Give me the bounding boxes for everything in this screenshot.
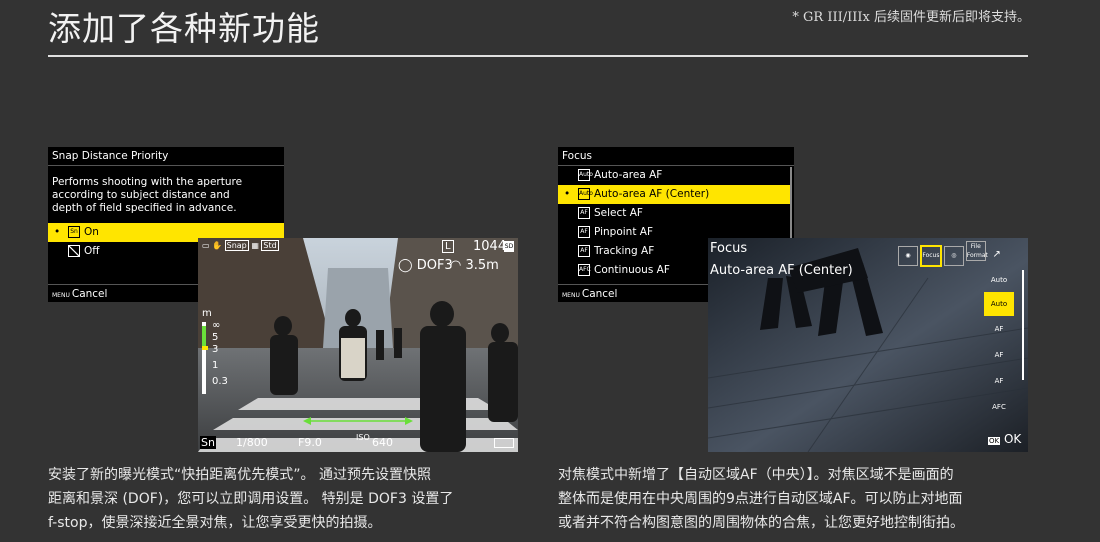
focus-title: Focus bbox=[710, 241, 748, 256]
dof-indicator: ◯ DOF3 bbox=[398, 258, 453, 273]
menu-title: Snap Distance Priority bbox=[48, 147, 284, 166]
dof-value: DOF3 bbox=[416, 258, 453, 273]
side-icon[interactable]: Auto bbox=[984, 268, 1014, 292]
distance-scale: m ∞ 5 3 1 0.3 bbox=[202, 308, 228, 394]
distance-value: 3.5m bbox=[465, 258, 499, 273]
caption-line: 对焦模式中新增了【自动区域AF（中央）】。对焦区域不是画面的 bbox=[558, 467, 954, 483]
description-line: Performs shooting with the aperture bbox=[52, 176, 243, 188]
menu-title: Focus bbox=[558, 147, 794, 166]
scale-mark: 1 bbox=[212, 360, 219, 371]
option-label: Auto-area AF bbox=[594, 169, 663, 181]
select-af-icon: AF bbox=[578, 207, 590, 219]
aperture-ring-icon: ◯ bbox=[398, 258, 413, 273]
tab-arrow-icon[interactable]: ↗ bbox=[988, 246, 1006, 264]
menu-key-icon: MENU bbox=[562, 292, 580, 299]
grid-icon: ▦ bbox=[251, 241, 259, 250]
continuous-af-icon: AFC bbox=[578, 264, 591, 276]
street-photo-focus: Focus Auto-area AF (Center) ◉ Focus ◎ Fi… bbox=[708, 238, 1028, 452]
option-label: Select AF bbox=[594, 207, 643, 219]
pinpoint-af-icon: AF bbox=[578, 226, 590, 238]
description-line: according to subject distance and bbox=[52, 189, 230, 201]
side-icon-selected[interactable]: Auto bbox=[984, 292, 1014, 316]
scale-mark: 3 bbox=[212, 344, 219, 355]
shots-remaining: 1044 bbox=[473, 239, 507, 254]
scale-mark: 5 bbox=[212, 332, 219, 343]
option-label: Auto-area AF (Center) bbox=[594, 188, 710, 200]
snap-mode-icon: Sn bbox=[68, 226, 80, 238]
side-icon[interactable]: AF bbox=[984, 368, 1014, 394]
frame-icon: ▭ bbox=[202, 241, 210, 250]
snap-icon: Snap bbox=[224, 240, 249, 251]
distance-arc-icon: ◠ bbox=[450, 258, 462, 273]
battery-icon bbox=[494, 438, 514, 448]
menu-key-icon: MENU bbox=[52, 292, 70, 299]
off-icon bbox=[68, 245, 80, 257]
scale-mark: ∞ bbox=[212, 320, 221, 331]
tab-image-icon[interactable]: ◉ bbox=[898, 246, 918, 266]
caption-line: 或者并不符合构图意图的周围物体的合焦，让您更好地控制街拍。 bbox=[558, 515, 964, 531]
scale-unit: m bbox=[202, 308, 212, 319]
left-caption: 安装了新的曝光模式“快拍距离优先模式”。 通过预先设置快照 距离和景深 (DOF… bbox=[48, 463, 518, 535]
caption-line: 整体而是使用在中央周围的9点进行自动区域AF。可以防止对地面 bbox=[558, 491, 963, 507]
shutter-speed: 1/800 bbox=[236, 436, 268, 449]
menu-description: Performs shooting with the aperture acco… bbox=[48, 166, 284, 215]
sd-card-icon: SD bbox=[504, 241, 514, 252]
ok-button[interactable]: OK OK bbox=[988, 432, 1021, 446]
shake-icon: ✋ bbox=[212, 241, 223, 250]
bottom-status: Sn 1/800 F9.0 ISO 640 bbox=[198, 433, 518, 452]
cancel-label: Cancel bbox=[71, 288, 108, 300]
mode-icon: Sn bbox=[200, 436, 216, 449]
auto-area-center-icon: Auto bbox=[578, 188, 593, 200]
tracking-af-icon: AF bbox=[578, 245, 590, 257]
option-label: Continuous AF bbox=[594, 264, 670, 276]
description-line: depth of field specified in advance. bbox=[52, 202, 237, 214]
dof-range-bar bbox=[202, 326, 206, 348]
scale-mark: 0.3 bbox=[212, 376, 228, 387]
title-divider bbox=[48, 55, 1028, 57]
cancel-label: Cancel bbox=[581, 288, 618, 300]
aperture-value: F9.0 bbox=[298, 436, 322, 449]
selected-dot-icon: • bbox=[54, 226, 61, 238]
focus-subtitle: Auto-area AF (Center) bbox=[710, 263, 853, 278]
auto-area-icon: Auto bbox=[578, 169, 593, 181]
option-label: Off bbox=[84, 245, 100, 257]
quick-menu-tabs: ◉ Focus ◎ File Format ↗ bbox=[898, 241, 1006, 267]
option-label: Tracking AF bbox=[594, 245, 655, 257]
ok-label: OK bbox=[1003, 432, 1022, 446]
af-side-icons: Auto Auto AF AF AF AFC bbox=[984, 268, 1014, 420]
page-title: 添加了各种新功能 bbox=[48, 9, 320, 48]
side-icon[interactable]: AF bbox=[984, 316, 1014, 342]
focus-marker bbox=[202, 346, 208, 350]
tab-file-format[interactable]: File Format bbox=[965, 241, 988, 261]
caption-line: 安装了新的曝光模式“快拍距离优先模式”。 通过预先设置快照 bbox=[48, 467, 431, 483]
ok-key-icon: OK bbox=[988, 437, 1001, 445]
right-caption: 对焦模式中新增了【自动区域AF（中央）】。对焦区域不是画面的 整体而是使用在中央… bbox=[558, 463, 1028, 535]
std-icon: Std bbox=[261, 240, 279, 251]
option-label: Pinpoint AF bbox=[594, 226, 654, 238]
caption-line: f-stop，使景深接近全景对焦，让您享受更快的拍摄。 bbox=[48, 515, 382, 531]
iso-value: 640 bbox=[372, 436, 393, 449]
option-auto-area-af-center[interactable]: • AutoAuto-area AF (Center) bbox=[558, 185, 790, 204]
dof-range-line bbox=[303, 417, 413, 425]
option-label: On bbox=[84, 226, 99, 238]
side-scrollbar[interactable] bbox=[1022, 270, 1024, 380]
side-icon[interactable]: AF bbox=[984, 342, 1014, 368]
caption-line: 距离和景深 (DOF)，您可以立即调用设置。 特别是 DOF3 设置了 bbox=[48, 491, 454, 507]
tab-metering-icon[interactable]: ◎ bbox=[943, 246, 964, 266]
iso-label: ISO bbox=[356, 433, 370, 442]
side-icon[interactable]: AFC bbox=[984, 394, 1014, 420]
distance-indicator: ◠ 3.5m bbox=[450, 258, 499, 273]
selected-dot-icon: • bbox=[564, 188, 571, 200]
option-auto-area-af[interactable]: AutoAuto-area AF bbox=[558, 166, 790, 185]
tab-focus[interactable]: Focus bbox=[919, 245, 942, 267]
street-photo-snap: ▭ ✋ Snap ▦ Std L 1044 SD ◯ DOF3 ◠ 3.5m m… bbox=[198, 238, 518, 452]
image-size: L bbox=[442, 240, 454, 253]
option-select-af[interactable]: AF Select AF bbox=[558, 204, 790, 223]
top-left-icons: ▭ ✋ Snap ▦ Std bbox=[202, 240, 279, 251]
firmware-note: * GR III/IIIx 后续固件更新后即将支持。 bbox=[792, 10, 1030, 25]
